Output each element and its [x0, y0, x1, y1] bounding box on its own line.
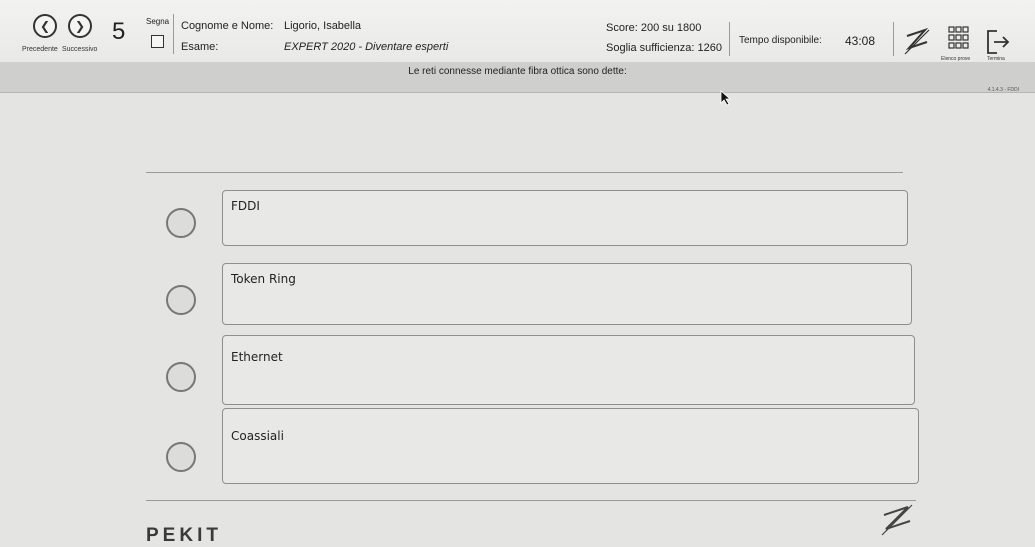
separator — [729, 22, 730, 56]
zigzag-icon[interactable] — [903, 26, 931, 58]
answer-option-4[interactable]: Coassiali — [222, 408, 919, 484]
zigzag-icon — [881, 504, 913, 536]
mouse-cursor-icon — [720, 90, 732, 106]
grid-icon[interactable] — [948, 26, 970, 52]
divider — [146, 500, 916, 501]
next-label: Successivo — [62, 46, 98, 53]
exam-name: EXPERT 2020 - Diventare esperti — [284, 41, 449, 53]
question-text: Le reti connesse mediante fibra ottica s… — [408, 66, 627, 77]
brand-logo: PEKIT — [146, 525, 222, 546]
mark-checkbox[interactable] — [151, 35, 164, 48]
threshold-text: Soglia sufficienza: 1260 — [606, 42, 722, 54]
exam-header: ❮ ❯ Precedente Successivo 5 Segna Cognom… — [0, 0, 1035, 63]
mark-label: Segna — [146, 17, 170, 26]
answer-label: FDDI — [231, 199, 260, 213]
previous-button[interactable]: ❮ — [33, 14, 57, 38]
answer-radio-4[interactable] — [166, 442, 196, 472]
answer-label: Coassiali — [231, 429, 284, 443]
separator — [173, 14, 174, 54]
chevron-right-icon: ❯ — [74, 19, 86, 33]
answer-radio-1[interactable] — [166, 208, 196, 238]
score-text: Score: 200 su 1800 — [606, 22, 702, 34]
divider — [146, 172, 903, 173]
time-label: Tempo disponibile: — [739, 35, 822, 46]
candidate-name: Ligorio, Isabella — [284, 20, 362, 32]
answer-label: Token Ring — [231, 272, 296, 286]
answer-radio-2[interactable] — [166, 285, 196, 315]
next-button[interactable]: ❯ — [68, 14, 92, 38]
separator — [893, 22, 894, 56]
exam-label: Esame: — [181, 41, 219, 53]
question-code: 4.1.4.3 - FDDI — [987, 87, 1019, 93]
answer-label: Ethernet — [231, 350, 283, 364]
answer-option-2[interactable]: Token Ring — [222, 263, 912, 325]
previous-label: Precedente — [22, 46, 58, 53]
time-remaining: 43:08 — [845, 34, 876, 48]
candidate-label: Cognome e Nome: — [181, 20, 274, 32]
question-bar: Le reti connesse mediante fibra ottica s… — [0, 62, 1035, 93]
answer-option-1[interactable]: FDDI — [222, 190, 908, 246]
exit-icon[interactable] — [985, 28, 1011, 56]
answer-radio-3[interactable] — [166, 362, 196, 392]
answer-option-3[interactable]: Ethernet — [222, 335, 915, 405]
chevron-left-icon: ❮ — [39, 19, 51, 33]
question-number: 5 — [112, 18, 126, 45]
